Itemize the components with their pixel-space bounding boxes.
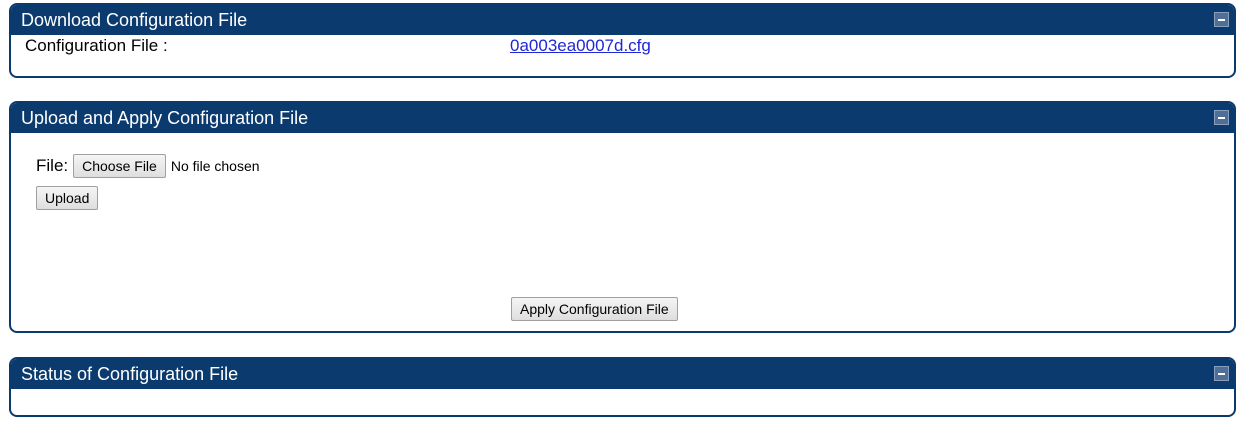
file-label: File: [36,156,69,175]
status-message [11,389,1234,411]
file-picker-row: File: Choose File No file chosen [36,153,260,179]
config-file-row: Configuration File : 0a003ea0007d.cfg [11,35,1234,57]
upload-config-header: Upload and Apply Configuration File [11,103,1234,133]
status-config-title: Status of Configuration File [21,364,239,384]
status-config-panel: Status of Configuration File [9,357,1236,417]
choose-file-button[interactable]: Choose File [73,154,166,178]
apply-config-button[interactable]: Apply Configuration File [511,297,678,321]
collapse-icon[interactable] [1214,12,1229,27]
config-file-label: Configuration File : [25,36,168,55]
config-file-download-link[interactable]: 0a003ea0007d.cfg [510,35,651,57]
download-config-title: Download Configuration File [21,10,248,30]
collapse-icon[interactable] [1214,366,1229,381]
collapse-icon[interactable] [1214,110,1229,125]
upload-config-body: File: Choose File No file chosen Upload … [11,133,1234,331]
upload-config-panel: Upload and Apply Configuration File File… [9,101,1236,333]
upload-config-title: Upload and Apply Configuration File [21,108,309,128]
download-config-header: Download Configuration File [11,5,1234,35]
download-config-panel: Download Configuration File Configuratio… [9,3,1236,78]
file-chosen-status: No file chosen [170,158,260,174]
upload-button[interactable]: Upload [36,186,99,210]
status-config-header: Status of Configuration File [11,359,1234,389]
